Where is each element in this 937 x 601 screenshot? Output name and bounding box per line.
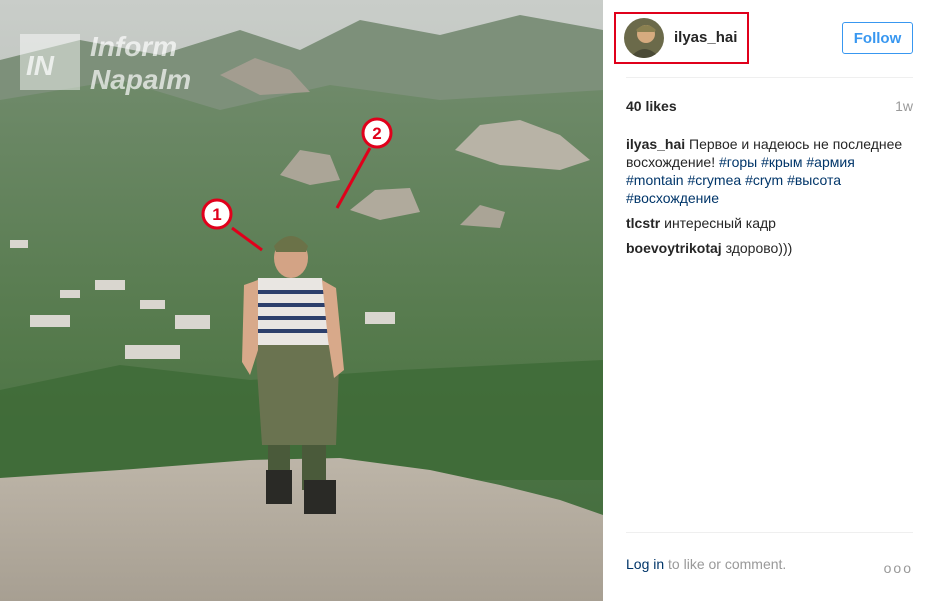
comment: tlcstr интересный кадр [626, 214, 916, 232]
header-divider [626, 77, 913, 78]
post-photo[interactable]: 1 2 IN Inform Napalm [0, 0, 603, 601]
comment: boevoytrikotaj здорово))) [626, 239, 916, 257]
likes-count[interactable]: 40 likes [626, 98, 677, 114]
hashtag-link[interactable]: #армия [806, 154, 854, 170]
watermark-bottom: Napalm [90, 64, 191, 95]
follow-button[interactable]: Follow [842, 22, 913, 54]
footer-divider [626, 532, 913, 533]
avatar-image [624, 18, 664, 58]
login-suffix: to like or comment. [668, 556, 787, 572]
watermark-badge: IN [26, 50, 55, 81]
hashtag-link[interactable]: #высота [787, 172, 841, 188]
avatar[interactable] [624, 18, 664, 58]
login-prompt: Log in to like or comment. [626, 556, 786, 572]
watermark-top: Inform [90, 31, 177, 62]
caption-author[interactable]: ilyas_hai [626, 136, 685, 152]
comment-author[interactable]: boevoytrikotaj [626, 240, 722, 256]
login-link[interactable]: Log in [626, 556, 664, 572]
hashtag-link[interactable]: #montain [626, 172, 684, 188]
comment-list: ilyas_hai Первое и надеюсь не последнее … [626, 135, 916, 264]
post-age[interactable]: 1w [895, 98, 913, 114]
hashtag-link[interactable]: #crymea [687, 172, 741, 188]
hashtag-link[interactable]: #восхождение [626, 190, 719, 206]
post-sidebar: ilyas_hai Follow 40 likes 1w ilyas_hai П… [603, 0, 937, 601]
marker-1-label: 1 [212, 205, 221, 224]
photo-canvas: 1 2 IN Inform Napalm [0, 0, 603, 601]
marker-2-label: 2 [372, 124, 381, 143]
hashtag-link[interactable]: #крым [761, 154, 802, 170]
comment-text: здорово))) [725, 240, 793, 256]
comment-author[interactable]: tlcstr [626, 215, 660, 231]
caption: ilyas_hai Первое и надеюсь не последнее … [626, 135, 916, 207]
username-link[interactable]: ilyas_hai [674, 29, 737, 46]
more-options-icon[interactable]: ooo [884, 560, 913, 576]
hashtag-link[interactable]: #горы [719, 154, 757, 170]
comment-text: интересный кадр [664, 215, 776, 231]
hashtag-link[interactable]: #crym [745, 172, 783, 188]
